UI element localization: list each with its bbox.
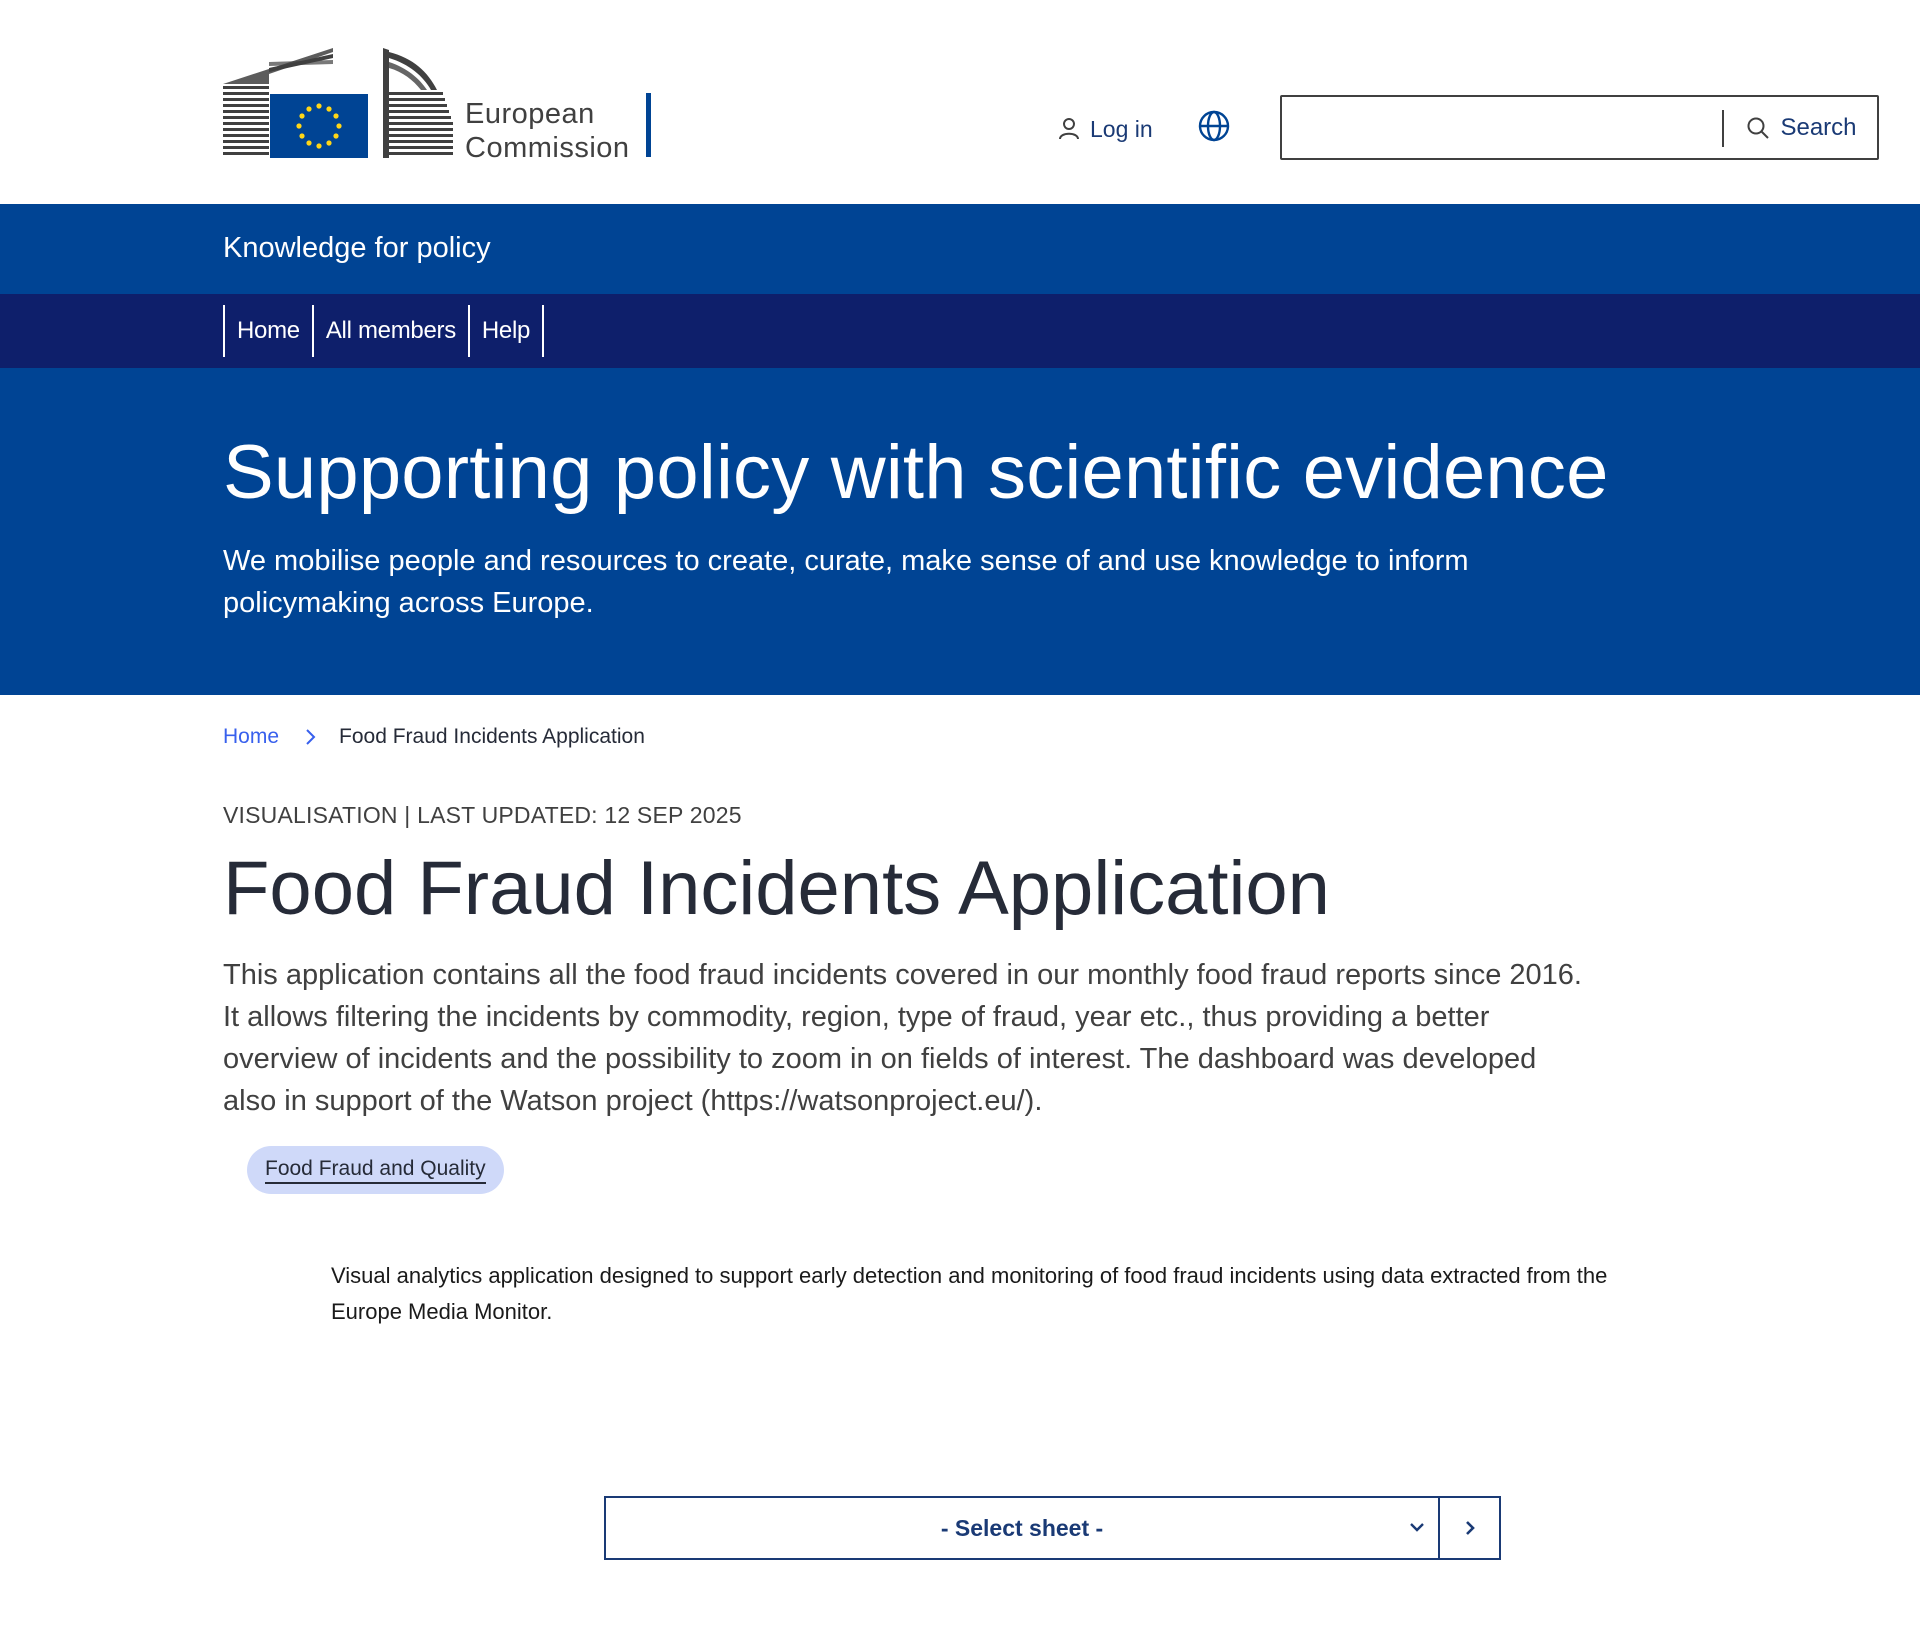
search-icon (1747, 117, 1770, 139)
menu-item-home[interactable]: Home (225, 305, 314, 357)
main-menu: Home All members Help (0, 294, 1920, 368)
breadcrumb: Home Food Fraud Incidents Application (223, 720, 645, 754)
logo-line-1: European (465, 98, 595, 130)
menu-item-help[interactable]: Help (470, 305, 545, 357)
sheet-dropdown[interactable]: - Select sheet - (606, 1498, 1440, 1558)
search-form: Search (1280, 95, 1879, 160)
page-title: Food Fraud Incidents Application (223, 846, 1330, 931)
european-commission-logo[interactable]: European Commission (223, 48, 656, 166)
chevron-right-icon (1465, 1521, 1475, 1535)
sheet-selector: - Select sheet - (604, 1496, 1501, 1560)
site-header: European Commission Log in Search (0, 0, 1920, 204)
logo-text: European Commission (465, 97, 630, 165)
page-description: This application contains all the food f… (223, 959, 1582, 1117)
hero-title: Supporting policy with scientific eviden… (223, 430, 1609, 515)
sheet-go-button[interactable] (1440, 1498, 1499, 1558)
chevron-right-icon (306, 729, 316, 745)
menu-list: Home All members Help (223, 305, 545, 357)
search-button-label: Search (1780, 113, 1857, 141)
site-name[interactable]: Knowledge for policy (223, 228, 491, 268)
menu-item-label: All members (325, 317, 456, 344)
hero-text: We mobilise people and resources to crea… (223, 545, 1469, 619)
hero-banner: Supporting policy with scientific eviden… (0, 368, 1920, 695)
site-name-band: Knowledge for policy (0, 204, 1920, 294)
search-input[interactable] (1284, 99, 1722, 156)
breadcrumb-current: Food Fraud Incidents Application (339, 725, 645, 748)
menu-item-all-members[interactable]: All members (314, 305, 470, 357)
topic-tag-label: Food Fraud and Quality (265, 1157, 486, 1184)
app-description: Visual analytics application designed to… (331, 1263, 1608, 1324)
login-link[interactable]: Log in (1058, 112, 1153, 146)
logo-line-2: Commission (465, 132, 630, 164)
menu-item-label: Home (237, 317, 300, 344)
breadcrumb-home-link[interactable]: Home (223, 725, 279, 749)
login-label: Log in (1090, 115, 1153, 142)
topic-tag[interactable]: Food Fraud and Quality (247, 1146, 504, 1194)
search-button[interactable]: Search (1726, 99, 1877, 156)
globe-icon[interactable] (1197, 109, 1231, 143)
menu-item-label: Help (481, 317, 531, 344)
search-divider (1722, 110, 1724, 147)
chevron-down-icon (1410, 1523, 1424, 1532)
sheet-dropdown-value: - Select sheet - (940, 1514, 1104, 1541)
logo-separator (646, 93, 651, 157)
user-icon (1059, 118, 1079, 140)
content-meta: VISUALISATION | LAST UPDATED: 12 SEP 202… (223, 802, 742, 828)
